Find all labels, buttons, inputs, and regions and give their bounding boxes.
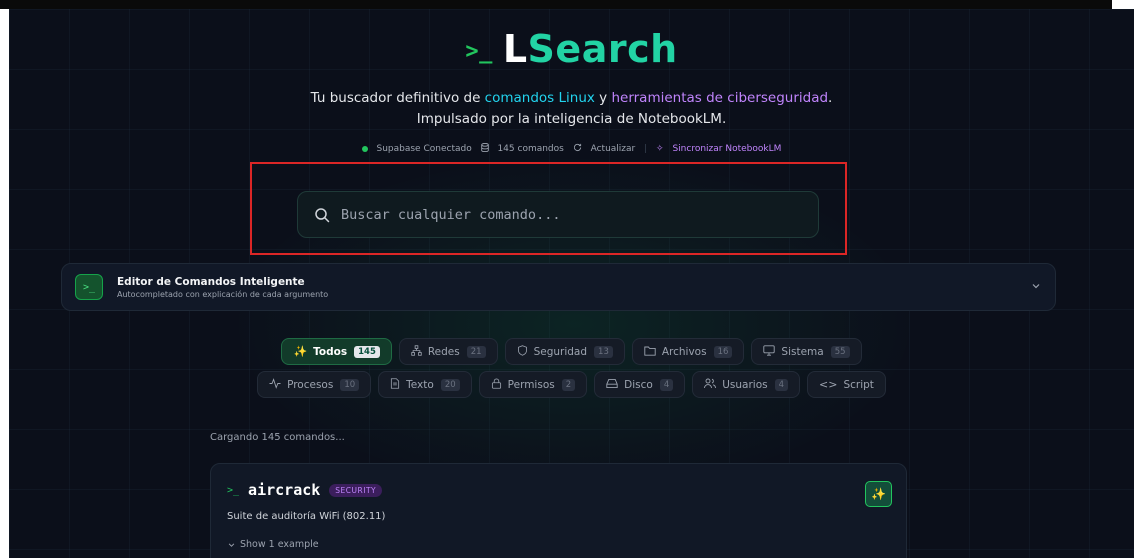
terminal-prompt-icon: >_	[227, 484, 240, 496]
divider: |	[644, 144, 648, 154]
show-examples-label: Show 1 example	[240, 539, 319, 550]
tagline-line-2: Impulsado por la inteligencia de Noteboo…	[416, 111, 727, 127]
folder-icon	[644, 345, 656, 359]
command-card[interactable]: >_ aircrack SECURITY ✨ Suite de auditorí…	[210, 463, 907, 558]
filter-usuarios[interactable]: Usuarios 4	[692, 371, 801, 398]
filter-count: 10	[340, 378, 360, 391]
hard-drive-icon	[606, 378, 618, 392]
filter-label: Redes	[427, 345, 460, 358]
ai-sparkle-button[interactable]: ✨	[865, 481, 892, 507]
app-window: >_ LSearch Tu buscador definitivo de coma…	[9, 9, 1134, 558]
tagline-text: y	[594, 90, 612, 106]
logo-letter: L	[502, 27, 528, 71]
connection-status: Supabase Conectado	[376, 144, 472, 154]
filter-label: Seguridad	[533, 345, 588, 358]
search-icon	[315, 207, 330, 222]
category-filters-row-1: ✨ Todos 145 Redes 21 Seguridad 13 Archiv…	[9, 338, 1134, 365]
filter-sistema[interactable]: Sistema 55	[751, 338, 862, 365]
terminal-icon: >_	[75, 274, 103, 300]
status-bar: Supabase Conectado 145 comandos Actualiz…	[9, 142, 1134, 155]
filter-count: 55	[830, 345, 850, 358]
filter-label: Disco	[624, 378, 653, 391]
filter-label: Archivos	[661, 345, 707, 358]
sync-notebooklm-button[interactable]: Sincronizar NotebookLM	[672, 144, 781, 154]
editor-text: Editor de Comandos Inteligente Autocompl…	[117, 276, 328, 299]
tagline-text: .	[828, 90, 833, 106]
linux-commands-link[interactable]: comandos Linux	[485, 90, 595, 106]
filter-label: Sistema	[781, 345, 824, 358]
filter-count: 21	[466, 345, 486, 358]
database-icon	[480, 142, 489, 155]
filter-count: 16	[713, 345, 733, 358]
editor-title: Editor de Comandos Inteligente	[117, 275, 305, 288]
filter-label: Permisos	[507, 378, 555, 391]
filter-procesos[interactable]: Procesos 10	[257, 371, 372, 398]
filter-todos[interactable]: ✨ Todos 145	[281, 338, 392, 365]
category-badge: SECURITY	[329, 483, 383, 497]
filter-count: 13	[594, 345, 613, 358]
sparkle-icon: ✧	[656, 144, 664, 154]
activity-icon	[269, 377, 281, 392]
filter-label: Procesos	[287, 378, 334, 391]
filter-redes[interactable]: Redes 21	[398, 338, 498, 365]
filter-count: 4	[774, 378, 789, 391]
code-icon: <>	[819, 378, 838, 391]
command-header: >_ aircrack SECURITY	[227, 481, 383, 499]
filter-permisos[interactable]: Permisos 2	[478, 371, 588, 398]
logo: >_ LSearch	[9, 27, 1134, 71]
sparkles-icon: ✨	[293, 345, 308, 358]
tagline: Tu buscador definitivo de comandos Linux…	[9, 88, 1134, 130]
editor-subtitle: Autocompletado con explicación de cada a…	[117, 289, 329, 299]
terminal-prompt-icon: >_	[465, 39, 493, 64]
search-input[interactable]	[339, 205, 783, 224]
filter-script[interactable]: <> Script	[807, 371, 886, 398]
filter-texto[interactable]: Texto 20	[378, 371, 472, 398]
tagline-line-1: Tu buscador definitivo de comandos Linux…	[9, 88, 1134, 109]
filter-label: Texto	[406, 378, 434, 391]
connected-dot-icon	[361, 146, 368, 152]
filter-seguridad[interactable]: Seguridad 13	[504, 338, 625, 365]
logo-text: Search	[527, 27, 678, 71]
filter-label: Usuarios	[722, 378, 768, 391]
filter-count: 145	[354, 345, 380, 358]
filter-count: 4	[659, 378, 674, 391]
monitor-icon	[763, 344, 776, 359]
loading-status: Cargando 145 comandos...	[210, 432, 345, 443]
tagline-text: Tu buscador definitivo de	[310, 90, 485, 106]
users-icon	[704, 378, 717, 392]
refresh-icon	[573, 143, 582, 155]
file-text-icon	[390, 377, 400, 392]
shield-icon	[517, 344, 528, 359]
filter-disco[interactable]: Disco 4	[594, 371, 686, 398]
chevron-down-icon	[228, 542, 235, 547]
command-count: 145 comandos	[497, 144, 564, 154]
category-filters-row-2: Procesos 10 Texto 20 Permisos 2 Disco 4	[9, 371, 1134, 398]
command-editor-panel[interactable]: >_ Editor de Comandos Inteligente Autoco…	[61, 263, 1056, 311]
refresh-button[interactable]: Actualizar	[591, 144, 636, 154]
chevron-down-icon[interactable]	[1031, 281, 1041, 291]
filter-label: Script	[843, 378, 874, 391]
command-name: aircrack	[248, 481, 321, 499]
security-tools-link[interactable]: herramientas de ciberseguridad	[611, 90, 828, 106]
filter-archivos[interactable]: Archivos 16	[631, 338, 745, 365]
command-description: Suite de auditoría WiFi (802.11)	[227, 511, 386, 522]
network-icon	[411, 344, 422, 359]
filter-count: 20	[440, 378, 460, 391]
show-examples-toggle[interactable]: Show 1 example	[227, 539, 319, 550]
top-bar	[0, 0, 1112, 9]
filter-label: Todos	[313, 345, 348, 358]
search-bar[interactable]	[297, 191, 819, 238]
filter-count: 2	[561, 378, 576, 391]
lock-icon	[491, 378, 502, 392]
